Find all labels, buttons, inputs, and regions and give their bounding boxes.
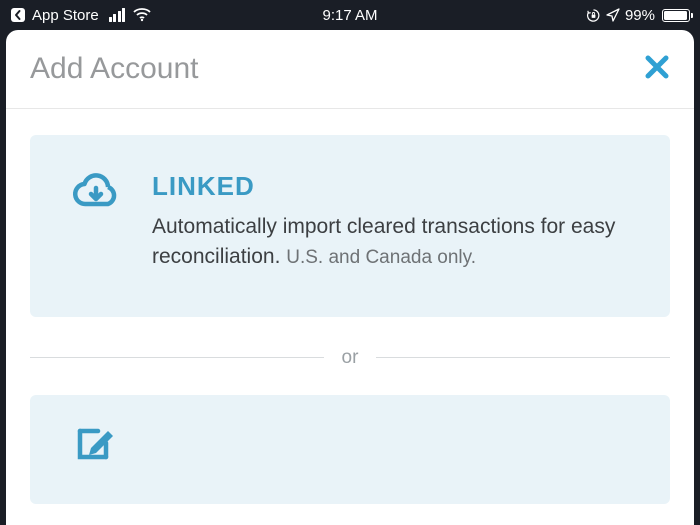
status-bar: App Store 9:17 AM 99% (0, 0, 700, 30)
orientation-lock-icon (586, 8, 601, 23)
option-linked-card[interactable]: LINKED Automatically import cleared tran… (30, 135, 670, 317)
close-button[interactable] (644, 52, 670, 86)
status-back-label[interactable]: App Store (32, 7, 99, 24)
wifi-icon (133, 8, 151, 22)
page-title: Add Account (30, 52, 198, 86)
option-linked-desc-sub: U.S. and Canada only. (286, 247, 476, 268)
divider: or (30, 347, 670, 369)
location-arrow-icon (606, 8, 620, 22)
option-linked-body: LINKED Automatically import cleared tran… (152, 171, 630, 273)
divider-line-right (376, 357, 670, 358)
cloud-download-icon (70, 165, 122, 222)
option-linked-description: Automatically import cleared transaction… (152, 212, 630, 273)
status-bar-left: App Store (10, 7, 151, 24)
status-time: 9:17 AM (322, 7, 377, 24)
content-area: LINKED Automatically import cleared tran… (6, 109, 694, 504)
status-bar-right: 99% (586, 7, 690, 24)
battery-icon (662, 9, 690, 22)
divider-line-left (30, 357, 324, 358)
close-icon (644, 54, 670, 80)
back-chevron-icon[interactable] (10, 7, 26, 23)
edit-icon (70, 419, 120, 474)
app-surface: Add Account LINKED Automatically import … (6, 30, 694, 525)
option-unlinked-card[interactable] (30, 395, 670, 504)
battery-percent: 99% (625, 7, 655, 24)
cellular-signal-icon (109, 8, 126, 22)
option-linked-title: LINKED (152, 171, 630, 202)
modal-header: Add Account (6, 30, 694, 109)
divider-text: or (342, 347, 359, 369)
